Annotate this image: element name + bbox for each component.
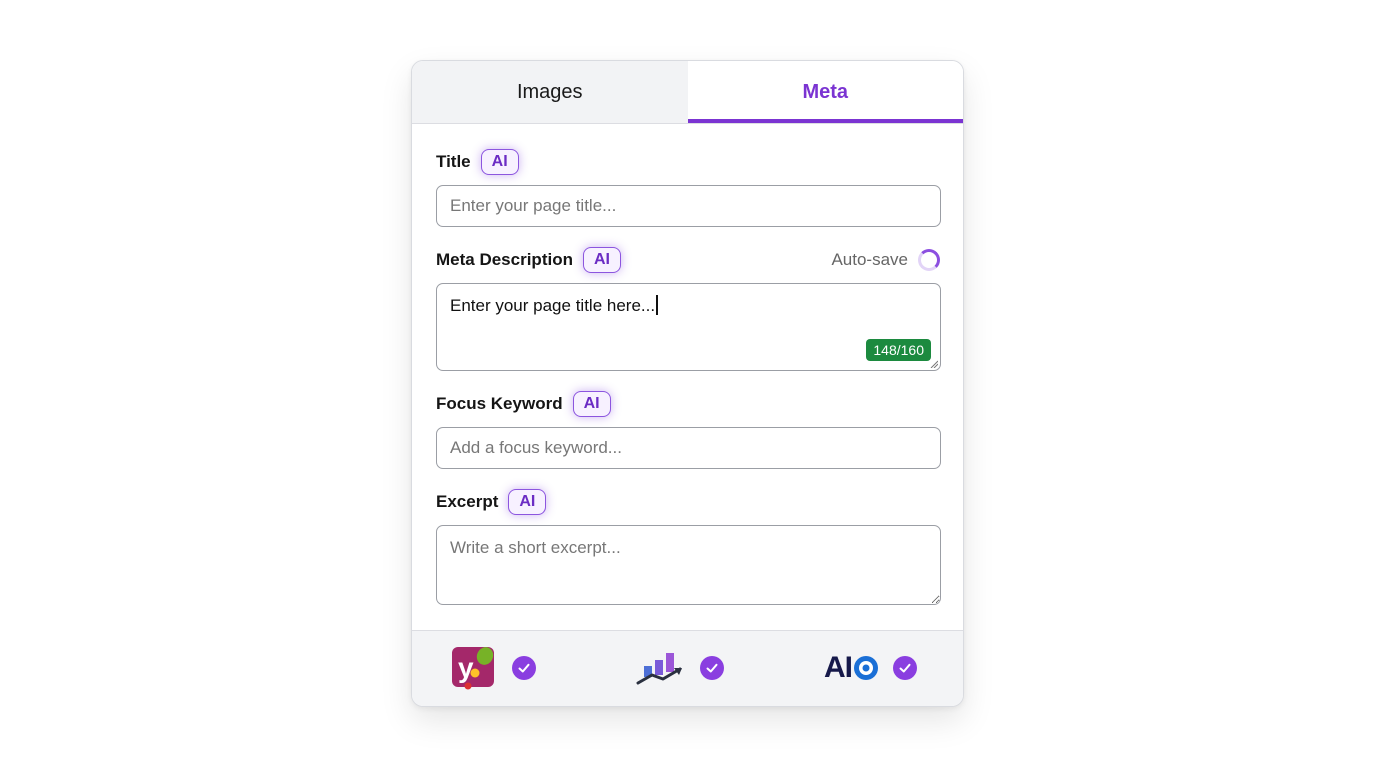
title-input[interactable]: [436, 185, 941, 227]
focus-keyword-label: Focus Keyword: [436, 394, 563, 413]
meta-description-ai-button[interactable]: AI: [582, 247, 621, 273]
meta-description-label-row: Meta Description AI Auto-save: [436, 245, 940, 275]
plugin-integrations-bar: y AI: [412, 630, 963, 706]
autosave-status: Auto-save: [831, 249, 940, 271]
title-label-row: Title AI: [436, 147, 940, 177]
resize-handle-icon[interactable]: [930, 360, 938, 368]
aioseo-verified-check-icon: [893, 656, 917, 680]
plugin-rank-chart: [636, 646, 724, 690]
title-ai-button[interactable]: AI: [480, 149, 519, 175]
tab-images[interactable]: Images: [412, 61, 688, 123]
tab-meta[interactable]: Meta: [687, 61, 963, 123]
meta-description-label: Meta Description: [436, 250, 573, 269]
seo-panel: Images Meta Title AI Meta Description AI…: [411, 60, 964, 707]
meta-description-text: Enter your page title here...: [450, 296, 656, 315]
focus-keyword-label-row: Focus Keyword AI: [436, 389, 940, 419]
excerpt-label: Excerpt: [436, 492, 499, 511]
character-counter-badge: 148/160: [866, 339, 931, 361]
rank-chart-logo-icon: [636, 653, 682, 685]
autosave-spinner-icon: [918, 249, 940, 271]
focus-keyword-ai-button[interactable]: AI: [572, 391, 611, 417]
plugin-yoast: y: [452, 646, 536, 690]
excerpt-label-row: Excerpt AI: [436, 487, 940, 517]
aioseo-gear-logo-icon: [854, 656, 878, 680]
tab-bar: Images Meta: [412, 61, 963, 124]
autosave-label: Auto-save: [831, 250, 908, 269]
text-caret: [656, 295, 658, 315]
plugin-aioseo: AI: [824, 646, 917, 690]
title-label: Title: [436, 152, 471, 171]
rank-chart-verified-check-icon: [700, 656, 724, 680]
meta-description-textarea[interactable]: Enter your page title here... 148/160: [436, 283, 941, 371]
aioseo-logo-text: AI: [824, 651, 853, 684]
excerpt-textarea[interactable]: [436, 525, 941, 605]
focus-keyword-input[interactable]: [436, 427, 941, 469]
yoast-verified-check-icon: [512, 656, 536, 680]
yoast-logo-icon: y: [452, 647, 494, 690]
excerpt-ai-button[interactable]: AI: [508, 489, 547, 515]
svg-text:y: y: [458, 652, 474, 683]
